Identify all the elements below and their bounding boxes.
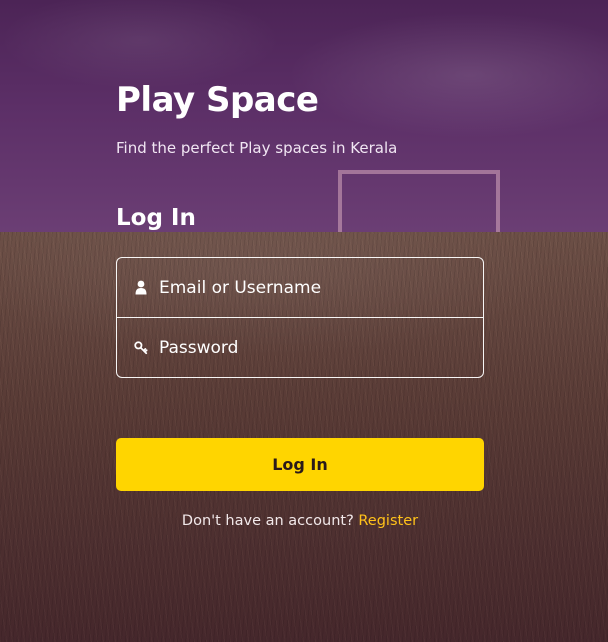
login-button[interactable]: Log In: [116, 438, 484, 491]
key-icon: [134, 340, 148, 356]
password-field: [117, 318, 483, 377]
app-title: Play Space: [116, 80, 319, 120]
register-prompt-text: Don't have an account?: [181, 513, 354, 529]
login-form: [116, 257, 484, 378]
sky: [0, 0, 608, 240]
username-input[interactable]: [159, 267, 483, 308]
username-field: [117, 258, 483, 317]
login-heading: Log In: [116, 205, 196, 231]
user-icon: [134, 280, 148, 296]
goal-post: [338, 170, 500, 234]
password-input[interactable]: [159, 327, 483, 368]
register-prompt: Don't have an account? Register: [0, 513, 600, 529]
register-link[interactable]: Register: [358, 513, 418, 529]
app-subtitle: Find the perfect Play spaces in Kerala: [116, 139, 398, 157]
